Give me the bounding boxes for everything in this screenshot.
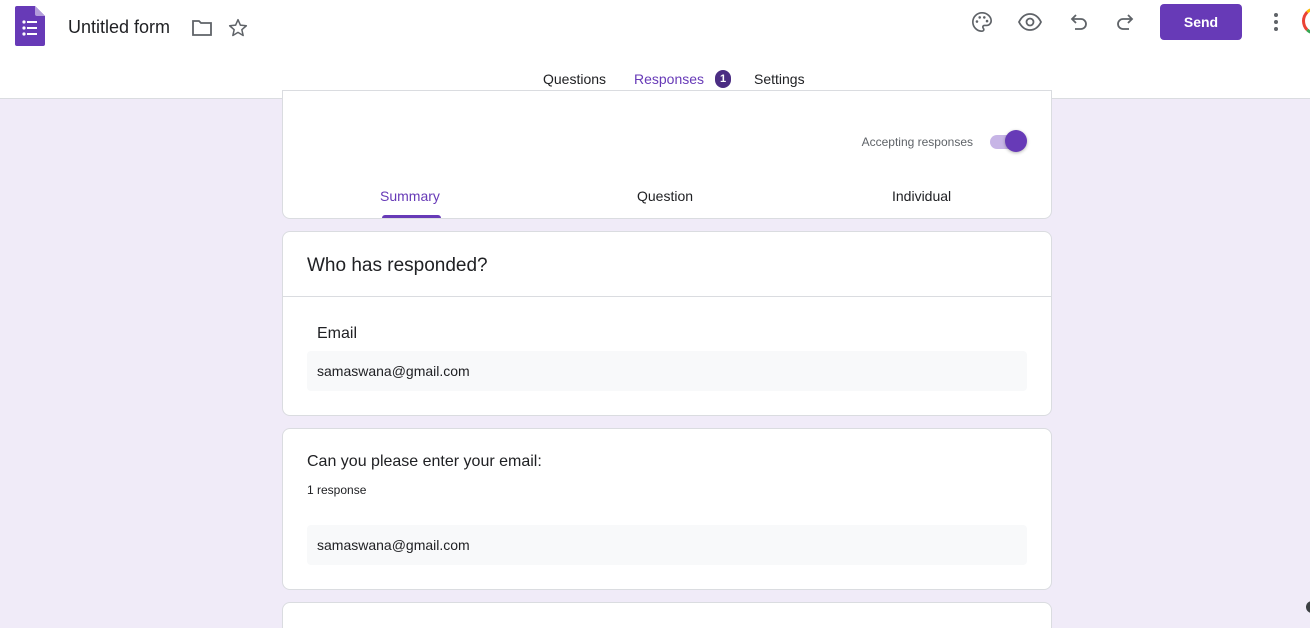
responses-summary-card: Accepting responses Summary Question Ind… (282, 90, 1052, 219)
response-count: 1 response (307, 483, 367, 497)
folder-icon[interactable] (191, 17, 213, 39)
account-avatar[interactable] (1302, 7, 1310, 35)
question-summary-card: Can you please enter your email: 1 respo… (282, 428, 1052, 590)
accepting-responses-label: Accepting responses (861, 135, 973, 149)
send-button[interactable]: Send (1160, 4, 1242, 40)
forms-logo-icon[interactable] (15, 6, 45, 46)
who-responded-card: Who has responded? Email samaswana@gmail… (282, 231, 1052, 416)
subtab-summary[interactable]: Summary (380, 188, 440, 204)
preview-eye-icon[interactable] (1017, 10, 1043, 34)
active-subtab-indicator (382, 215, 441, 218)
card-heading: Who has responded? (307, 255, 488, 276)
next-card (282, 602, 1052, 628)
tab-questions[interactable]: Questions (543, 71, 606, 87)
divider (283, 296, 1051, 297)
subtab-individual[interactable]: Individual (892, 188, 951, 204)
responder-email-value: samaswana@gmail.com (307, 351, 1027, 391)
app-header: Untitled form Send Questions Responses 1… (0, 0, 1310, 99)
tab-settings[interactable]: Settings (754, 71, 805, 87)
responses-count-badge: 1 (715, 70, 731, 88)
star-icon[interactable] (227, 17, 249, 39)
undo-icon[interactable] (1066, 10, 1090, 34)
toggle-thumb[interactable] (1005, 130, 1027, 152)
help-icon[interactable] (1306, 601, 1310, 613)
more-vert-icon[interactable] (1266, 10, 1286, 34)
answer-value: samaswana@gmail.com (307, 525, 1027, 565)
email-field-label: Email (317, 325, 358, 342)
form-title[interactable]: Untitled form (68, 17, 170, 38)
tab-responses[interactable]: Responses (634, 71, 704, 87)
subtab-question[interactable]: Question (637, 188, 693, 204)
palette-icon[interactable] (970, 10, 994, 34)
question-title: Can you please enter your email: (307, 453, 542, 470)
redo-icon[interactable] (1114, 10, 1138, 34)
